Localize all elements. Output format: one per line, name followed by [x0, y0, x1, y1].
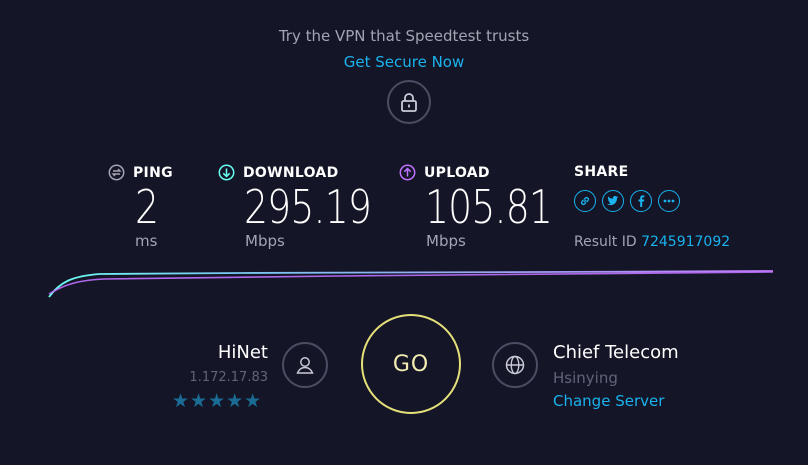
upload-arrow-icon: [399, 164, 416, 181]
get-secure-now-link[interactable]: Get Secure Now: [0, 53, 808, 71]
upload-value: 105.81: [425, 180, 553, 234]
globe-icon: [505, 355, 525, 375]
isp-rating-stars[interactable]: ★★★★★: [172, 390, 262, 412]
download-label: DOWNLOAD: [218, 164, 339, 181]
download-arrow-icon: [218, 164, 235, 181]
change-server-link[interactable]: Change Server: [553, 392, 664, 410]
vpn-lock-button[interactable]: [387, 80, 431, 124]
share-icons: [574, 190, 680, 212]
speed-graph: [48, 270, 774, 298]
share-label-text: SHARE: [574, 164, 629, 180]
upload-unit: Mbps: [426, 232, 466, 250]
ping-label-text: PING: [133, 164, 173, 181]
download-value: 295.19: [244, 180, 372, 234]
result-id-row: Result ID 7245917092: [574, 234, 730, 250]
isp-name: HiNet: [217, 342, 268, 363]
link-icon[interactable]: [574, 190, 596, 212]
twitter-icon[interactable]: [602, 190, 624, 212]
go-button[interactable]: GO: [361, 314, 461, 414]
ping-label: PING: [108, 164, 173, 181]
server-globe-button[interactable]: [492, 342, 538, 388]
server-name: Chief Telecom: [553, 342, 679, 363]
server-location: Hsinying: [553, 369, 618, 387]
more-icon[interactable]: [658, 190, 680, 212]
isp-user-button[interactable]: [282, 342, 328, 388]
download-unit: Mbps: [245, 232, 285, 250]
share-label: SHARE: [574, 164, 628, 180]
upload-label: UPLOAD: [399, 164, 490, 181]
ping-value: 2: [135, 180, 159, 234]
user-icon: [296, 357, 314, 374]
download-label-text: DOWNLOAD: [243, 164, 339, 181]
vpn-promo-text: Try the VPN that Speedtest trusts: [278, 27, 530, 45]
facebook-icon[interactable]: [630, 190, 652, 212]
result-id-label: Result ID: [574, 234, 637, 250]
speedtest-result-page: Try the VPN that Speedtest trusts Get Se…: [0, 0, 808, 465]
ping-unit: ms: [135, 232, 158, 250]
upload-speed-line: [48, 271, 774, 295]
upload-label-text: UPLOAD: [424, 164, 490, 181]
result-id-link[interactable]: 7245917092: [641, 234, 730, 250]
isp-ip-address: 1.172.17.83: [189, 370, 268, 385]
lock-icon: [401, 93, 417, 112]
ping-icon: [108, 164, 125, 181]
